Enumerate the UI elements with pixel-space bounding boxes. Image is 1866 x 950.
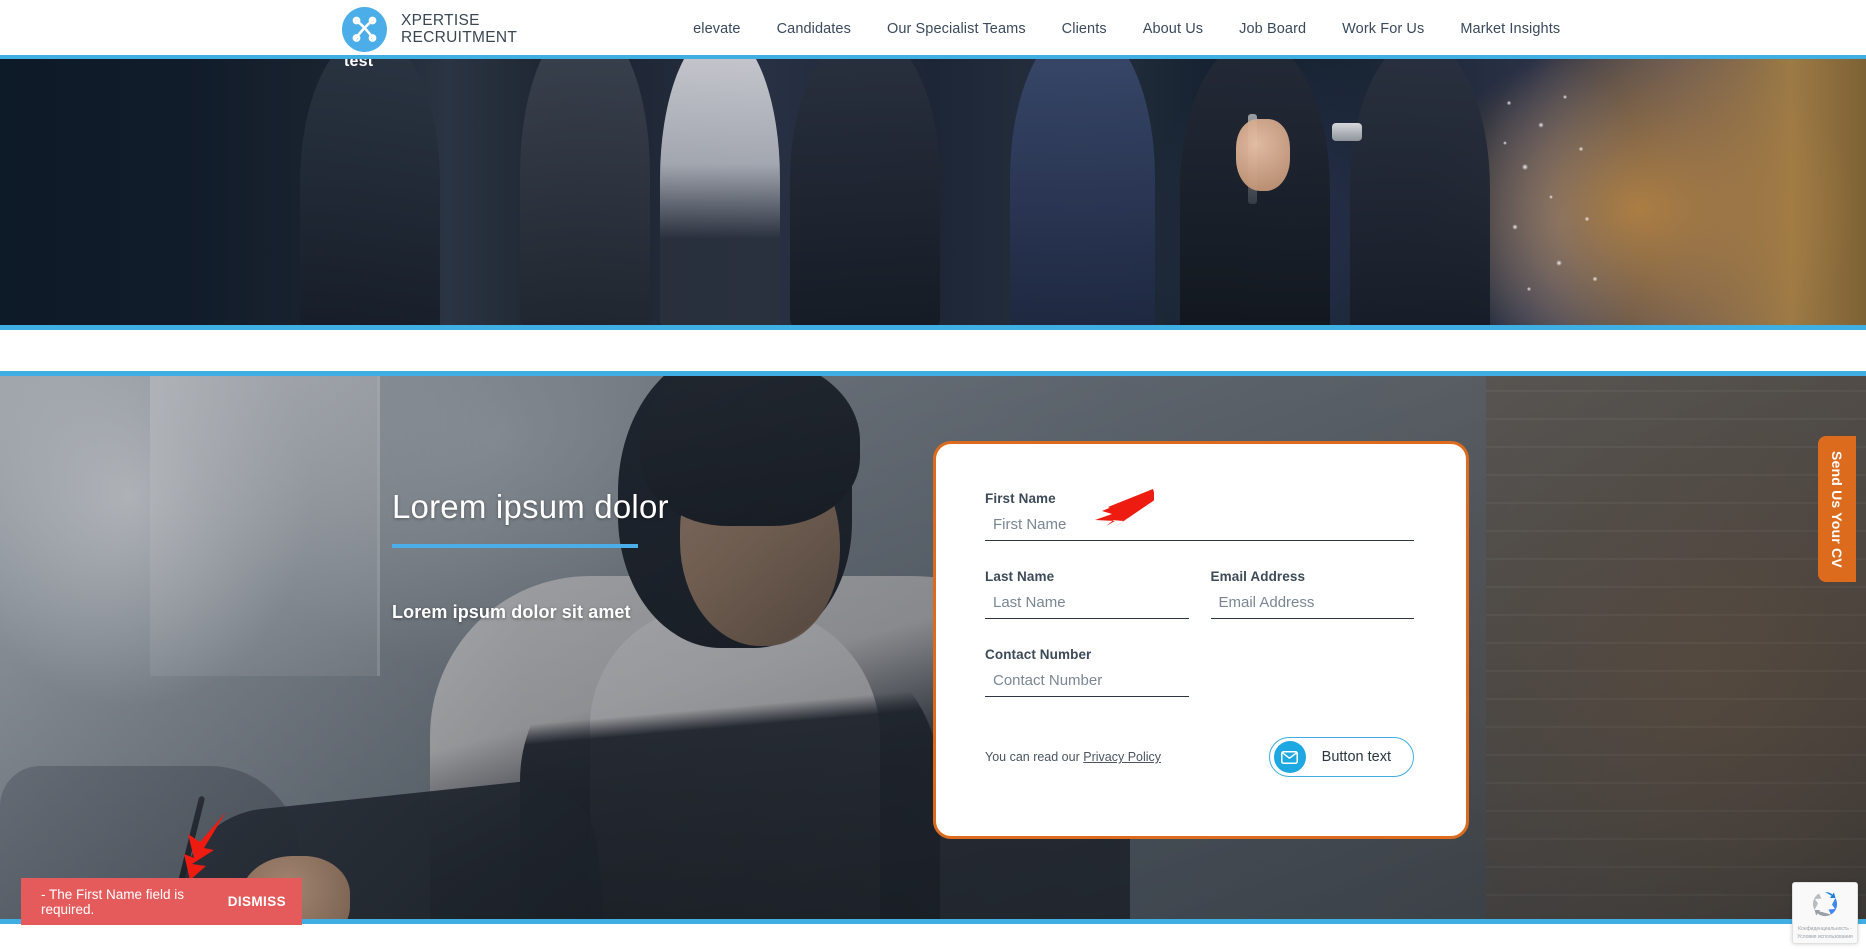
banner-figure [1010,59,1155,325]
field-row-name-email: Last Name Email Address [985,569,1414,619]
submit-button[interactable]: Button text [1268,737,1414,777]
banner-figure [300,59,440,325]
hero-subtitle: Lorem ipsum dolor sit amet [392,602,631,622]
nav-item-market-insights[interactable]: Market Insights [1442,21,1578,37]
top-banner-overlay-text: test [344,59,374,70]
privacy-notice: You can read our Privacy Policy [985,750,1161,764]
x-cross-logo-icon [342,6,387,52]
email-field[interactable] [1210,594,1414,619]
contact-form: First Name Last Name Email Address [936,444,1466,777]
contact-number-input[interactable] [993,672,1189,689]
envelope-icon [1273,741,1306,773]
page-root: XPERTISE RECRUITMENT elevate Candidates … [0,0,1866,950]
header-blue-rule [0,55,1866,59]
banner-figure [520,59,650,325]
field-group-email: Email Address [1210,569,1414,619]
contact-number-field[interactable] [985,672,1189,697]
toast-dismiss-button[interactable]: DISMISS [228,894,286,909]
hero-copy: Lorem ipsum dolor Lorem ipsum dolor sit … [392,488,669,623]
nav-item-about-us[interactable]: About Us [1125,21,1221,37]
email-input[interactable] [1218,594,1414,611]
email-label: Email Address [1210,569,1306,584]
form-footer: You can read our Privacy Policy Button t… [985,737,1414,777]
top-banner-video: test [0,59,1866,325]
recaptcha-badge[interactable]: Конфиденциальность - Условия использован… [1792,882,1858,944]
field-group-contact-number: Contact Number [985,647,1189,697]
submit-button-label: Button text [1321,749,1391,765]
first-name-input[interactable] [993,516,1414,533]
brand-line-2: RECRUITMENT [401,29,518,46]
brand-text: XPERTISE RECRUITMENT [401,12,517,46]
send-us-your-cv-tab[interactable]: Send Us Your CV [1818,436,1856,582]
footer-white-band [0,924,1866,950]
field-group-last-name: Last Name [985,569,1189,619]
contact-number-label: Contact Number [985,647,1092,662]
banner-hand [1236,119,1290,191]
field-group-first-name: First Name [985,491,1414,541]
site-header: XPERTISE RECRUITMENT elevate Candidates … [0,0,1866,58]
banner-watch [1332,123,1362,141]
last-name-field[interactable] [985,594,1189,619]
hero-title-underline [392,544,638,548]
first-name-label: First Name [985,491,1056,506]
privacy-prefix: You can read our [985,750,1080,764]
banner-figure [1350,59,1490,325]
validation-toast: - The First Name field is required. DISM… [21,878,302,925]
nav-item-elevate[interactable]: elevate [675,21,758,37]
brand-line-1: XPERTISE [401,12,480,29]
brand-logo[interactable]: XPERTISE RECRUITMENT [342,6,517,52]
last-name-input[interactable] [993,594,1189,611]
banner-figure [660,59,780,325]
recaptcha-legal-line-2: Условия использования [1797,934,1853,940]
hero-title: Lorem ipsum dolor [392,488,669,525]
send-us-your-cv-label: Send Us Your CV [1829,450,1845,568]
last-name-label: Last Name [985,569,1055,584]
toast-message: - The First Name field is required. [41,886,185,917]
recaptcha-legal-line-1: Конфиденциальность - [1798,926,1852,932]
privacy-policy-link[interactable]: Privacy Policy [1083,750,1161,764]
nav-item-job-board[interactable]: Job Board [1221,21,1324,37]
primary-nav: elevate Candidates Our Specialist Teams … [675,21,1578,37]
nav-item-our-specialist-teams[interactable]: Our Specialist Teams [869,21,1044,37]
first-name-field[interactable] [985,516,1414,541]
nav-item-work-for-us[interactable]: Work For Us [1324,21,1442,37]
field-row-contact: Contact Number [985,647,1414,697]
contact-form-card: First Name Last Name Email Address [933,441,1469,839]
nav-item-candidates[interactable]: Candidates [759,21,869,37]
nav-item-clients[interactable]: Clients [1044,21,1125,37]
banner-figure [790,59,940,325]
banner-sparkle-backdrop [1495,79,1615,319]
recaptcha-icon [1810,889,1840,924]
